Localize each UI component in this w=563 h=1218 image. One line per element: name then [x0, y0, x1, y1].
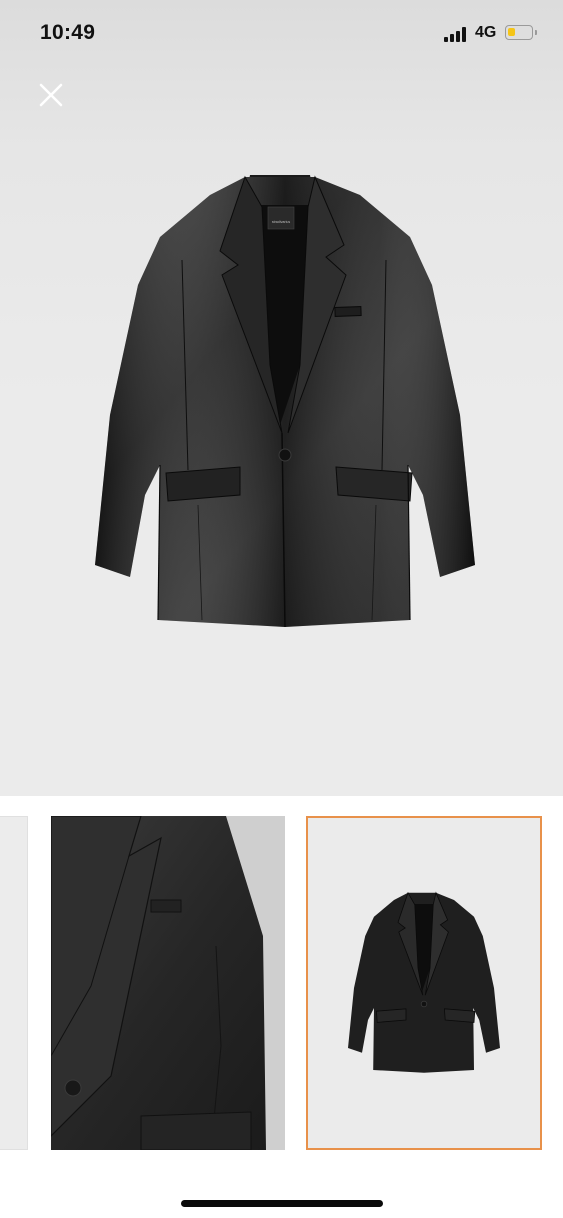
cellular-signal-icon	[444, 26, 470, 42]
close-button[interactable]	[34, 78, 68, 112]
battery-cap	[535, 30, 537, 35]
network-type: 4G	[475, 24, 497, 41]
status-time: 10:49	[40, 21, 96, 44]
brand-label-text: stradivarius	[272, 220, 291, 224]
close-icon	[39, 83, 63, 107]
battery-icon	[505, 25, 533, 40]
thumbnail-strip[interactable]	[0, 816, 563, 1152]
status-bar: 10:49 4G	[0, 0, 563, 68]
home-indicator[interactable]	[181, 1200, 383, 1207]
thumbnail-lapel-detail[interactable]	[51, 816, 285, 1150]
thumbnail-partial[interactable]	[0, 816, 28, 1150]
thumbnail-front-image	[348, 891, 500, 1073]
product-image-viewer[interactable]: 10:49 4G stradivarius	[0, 0, 563, 796]
thumbnail-front-selected[interactable]	[306, 816, 542, 1150]
battery-level	[508, 28, 515, 36]
product-main-image[interactable]: stradivarius	[90, 165, 480, 635]
thumbnail-lapel-detail-image	[51, 816, 285, 1150]
